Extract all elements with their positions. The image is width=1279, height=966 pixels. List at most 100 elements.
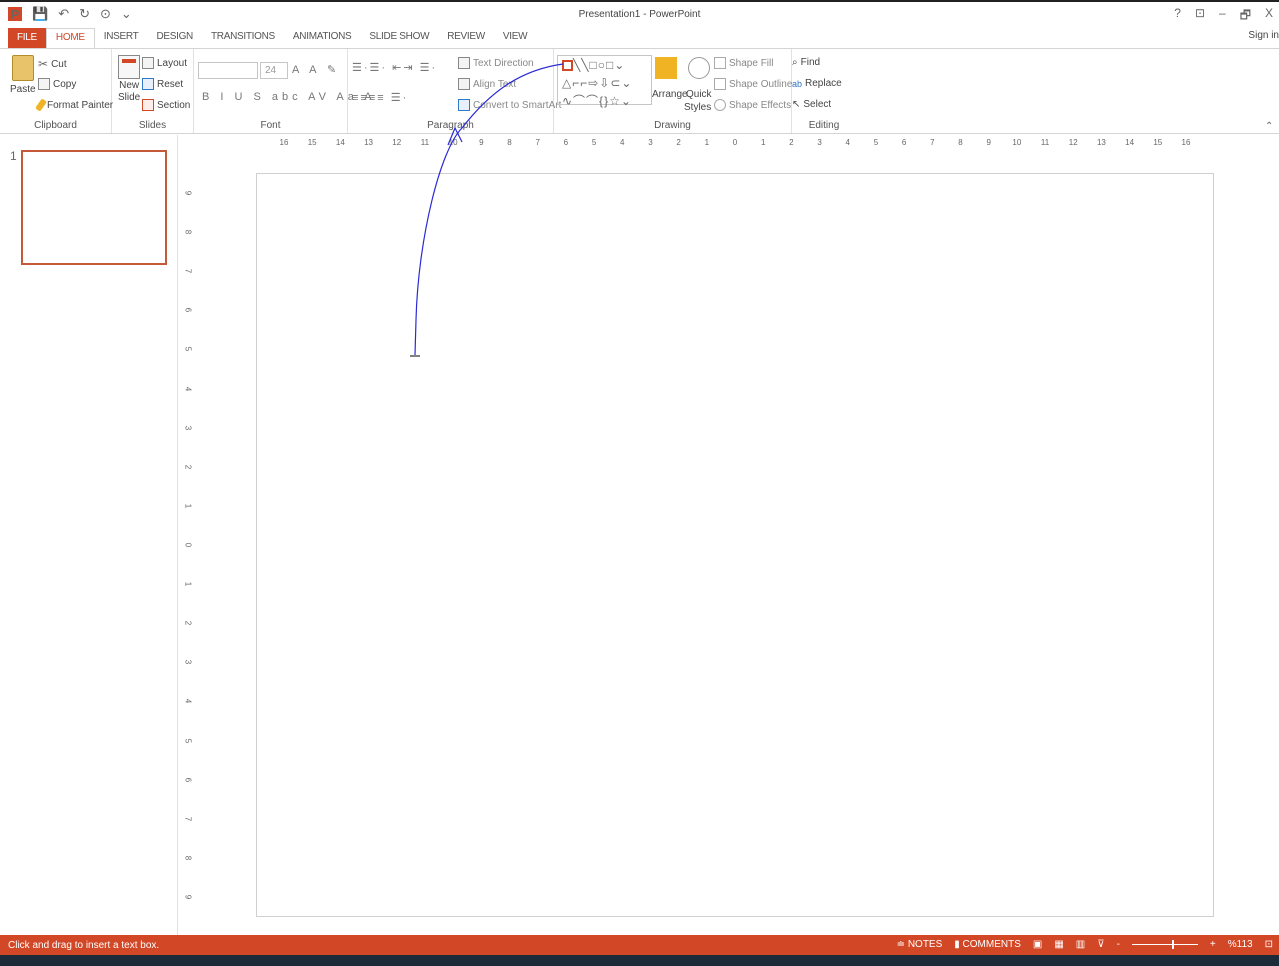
replace-button[interactable]: ab Replace [792,78,842,89]
copy-button[interactable]: Copy [38,78,76,90]
drawing-group-label: Drawing [654,120,691,131]
tab-slide-show[interactable]: SLIDE SHOW [360,28,438,48]
text-box-shape-icon[interactable] [562,60,573,72]
window-title: Presentation1 - PowerPoint [578,9,701,20]
grow-shrink-font-icons[interactable]: A A ✎ [292,63,340,76]
help-icon[interactable]: ? [1174,6,1181,27]
ruler-tick-label: 1 [183,503,193,509]
ruler-tick-label: 9 [183,894,193,900]
ruler-tick-label: 12 [392,138,402,147]
vertical-ruler[interactable]: 9 8 7 6 5 4 3 2 1 0 1 2 3 4 5 6 7 8 9 [183,173,195,917]
layout-button[interactable]: Layout [142,57,187,69]
ruler-tick-label: 1 [183,581,193,587]
zoom-slider[interactable] [1131,940,1198,949]
ruler-tick-label: 16 [279,138,289,147]
slide-thumbnail-pane: 1 [0,135,178,935]
section-button[interactable]: Section [142,99,190,111]
tab-design[interactable]: DESIGN [147,28,202,48]
arrange-icon [655,57,677,79]
replace-icon: ab [792,78,803,89]
comments-button[interactable]: ▮ COMMENTS [954,939,1021,950]
tab-review[interactable]: REVIEW [438,28,494,48]
ruler-tick-label: 1 [760,138,766,147]
zoom-level[interactable]: %113 [1228,939,1253,950]
minimize-icon[interactable]: – [1219,6,1226,27]
status-bar: Click and drag to insert a text box. ≐ N… [0,935,1279,955]
zoom-in-icon[interactable]: + [1210,939,1216,950]
title-bar: P 💾 ↶ ↻ ⊙ ⌄ Presentation1 - PowerPoint ?… [0,0,1279,28]
reading-view-icon[interactable]: ▥ [1076,939,1085,950]
font-name-box[interactable] [198,62,258,79]
ruler-tick-label: 6 [901,138,907,147]
ruler-tick-label: 1 [704,138,710,147]
font-group: 24 A A ✎ B I U S abc AV Aa A Font [194,49,372,133]
ruler-tick-label: 2 [183,620,193,626]
quick-styles-button[interactable]: Quick [686,89,712,100]
slide-thumbnail[interactable] [21,150,167,265]
ruler-tick-label: 11 [1040,138,1050,147]
arrange-button[interactable]: Arrange [652,89,688,100]
tab-home[interactable]: HOME [45,28,95,48]
paste-icon [11,55,34,81]
horizontal-ruler[interactable]: 16 15 14 13 12 11 10 9 8 7 6 5 4 3 2 1 0 1 2 3 4 5 6 7 8 9 10 11 12 1… [256,136,1214,150]
alignment-icons[interactable]: ≡≡≡≡ ☰· [352,91,408,104]
reset-button[interactable]: Reset [142,78,183,90]
tab-animations[interactable]: ANIMATIONS [284,28,361,48]
slide-sorter-icon[interactable]: ▦ [1054,939,1063,950]
editing-group-label: Editing [808,120,840,131]
convert-smartart-button[interactable]: Convert to SmartArt [458,99,561,111]
tab-view[interactable]: VIEW [494,28,536,48]
format-painter-button[interactable]: Format Painter [35,98,113,112]
zoom-out-icon[interactable]: - [1117,939,1120,950]
tab-file[interactable]: FILE [8,28,46,48]
ruler-tick-label: 7 [183,816,193,821]
ruler-tick-label: 3 [648,138,653,147]
select-button[interactable]: ↖ Select [792,99,831,110]
font-size-box[interactable]: 24 [260,62,288,79]
ruler-tick-label: 4 [845,138,850,147]
paste-button[interactable]: Paste [10,55,36,95]
align-text-button[interactable]: Align Text [458,78,516,90]
ruler-tick-label: 13 [364,138,374,147]
close-icon[interactable]: X [1265,6,1273,27]
slide-show-icon[interactable]: ⊽ [1097,939,1104,950]
ruler-tick-label: 10 [448,138,458,147]
sign-in-link[interactable]: Sign in [1248,30,1279,41]
fit-slide-icon[interactable]: ⊡ [1265,939,1273,950]
align-text-icon [458,78,470,90]
ruler-tick-label: 0 [732,138,738,147]
new-slide-button[interactable]: New Slide [118,55,140,103]
editing-group: ⌕ Find ab Replace ↖ Select Editing [792,49,856,133]
ribbon-display-icon[interactable]: ⊡ [1195,6,1205,27]
normal-view-icon[interactable]: ▣ [1033,939,1042,950]
shape-outline-button[interactable]: Shape Outline [714,78,792,90]
shape-fill-button[interactable]: Shape Fill [714,57,773,69]
tab-transitions[interactable]: TRANSITIONS [202,28,284,48]
ruler-tick-label: 10 [1012,138,1022,147]
quick-styles-label: Styles [684,102,712,113]
ruler-tick-label: 5 [183,347,193,352]
shape-effects-icon [714,99,726,111]
ruler-tick-label: 7 [930,138,935,147]
shape-effects-button[interactable]: Shape Effects [714,99,791,111]
tab-insert[interactable]: INSERT [95,28,148,48]
ruler-tick-label: 2 [183,464,193,469]
shape-fill-icon [714,57,726,69]
find-button[interactable]: ⌕ Find [792,57,820,68]
section-icon [142,99,154,111]
ruler-tick-label: 16 [1181,138,1191,147]
ruler-tick-label: 5 [591,138,597,147]
paragraph-group-label: Paragraph [427,120,474,131]
restore-icon[interactable]: 🗗 [1240,6,1251,27]
shapes-gallery[interactable]: ╲╲□○□⌄ △⌐⌐⇨⇩⊂⌄ ∿⌒⌒{}☆⌄ [557,55,652,108]
collapse-ribbon-icon[interactable]: ⌃ [1265,121,1273,132]
cut-button[interactable]: ✂ Cut [38,57,67,71]
status-message: Click and drag to insert a text box. [8,940,160,951]
paragraph-group: ☰·☰· ⇤⇥ ☰· ≡≡≡≡ ☰· Text Direction Align … [348,49,561,133]
list-indent-icons[interactable]: ☰·☰· ⇤⇥ ☰· [352,61,437,74]
notes-button[interactable]: ≐ NOTES [897,939,943,950]
slide-canvas[interactable] [256,173,1214,917]
ruler-tick-label: 8 [183,855,193,861]
text-direction-button[interactable]: Text Direction [458,57,534,69]
ruler-tick-label: 2 [789,138,794,147]
